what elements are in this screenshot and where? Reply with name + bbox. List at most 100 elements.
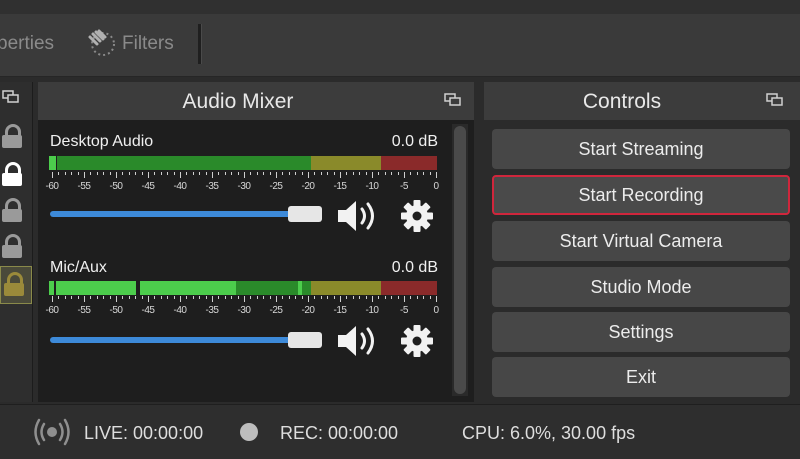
lock-icon[interactable] <box>2 198 22 222</box>
channel-db: 0.0 dB <box>391 259 438 276</box>
meter-tick-label: -45 <box>141 181 155 192</box>
filters-icon[interactable] <box>86 28 116 58</box>
meter-tick <box>391 172 393 175</box>
meter-tick <box>314 296 316 299</box>
meter-tick-label: -5 <box>400 181 408 192</box>
meter-tick <box>423 296 425 299</box>
volume-slider-handle[interactable] <box>288 206 322 222</box>
meter-tick <box>301 172 303 175</box>
meter-tick <box>122 296 124 299</box>
meter-tick <box>340 172 341 178</box>
meter-tick <box>244 296 245 302</box>
meter-tick <box>84 172 85 178</box>
meter-tick <box>109 296 111 299</box>
meter-tick <box>352 172 354 175</box>
undock-icon[interactable] <box>444 93 462 107</box>
start-virtual-camera-button[interactable]: Start Virtual Camera <box>492 221 790 261</box>
meter-tick-label: -15 <box>333 181 347 192</box>
meter-tick <box>429 296 431 299</box>
meter-tick <box>404 296 405 302</box>
meter-tick-label: -60 <box>45 305 59 316</box>
meter-tick-label: -30 <box>237 181 251 192</box>
mixer-scrollbar-thumb[interactable] <box>454 126 466 394</box>
meter-tick <box>84 296 85 302</box>
meter-tick-label: -50 <box>109 305 123 316</box>
channel-db: 0.0 dB <box>391 133 438 150</box>
meter-tick-label: -25 <box>269 305 283 316</box>
filters-button[interactable]: Filters <box>122 33 174 55</box>
meter-tick <box>346 296 348 299</box>
meter-tick <box>135 296 137 299</box>
meter-tick <box>192 172 194 175</box>
volume-slider[interactable] <box>50 337 298 343</box>
meter-tick <box>173 296 175 299</box>
audio-mixer-title: Audio Mixer <box>182 90 294 113</box>
meter-tick <box>340 296 341 302</box>
record-indicator-icon <box>240 423 258 441</box>
meter-tick-label: -15 <box>333 305 347 316</box>
settings-button[interactable]: Settings <box>492 312 790 352</box>
lock-icon[interactable] <box>2 234 22 258</box>
meter-tick <box>52 296 53 302</box>
volume-slider[interactable] <box>50 211 298 217</box>
meter-tick <box>148 296 149 302</box>
lock-icon[interactable] <box>4 272 24 296</box>
meter-tick <box>160 172 162 175</box>
properties-button[interactable]: perties <box>0 33 54 55</box>
meter-tick-label: -55 <box>77 181 91 192</box>
meter-tick <box>122 172 124 175</box>
meter-tick <box>64 296 66 299</box>
meter-tick <box>192 296 194 299</box>
meter-tick <box>205 296 207 299</box>
speaker-icon[interactable] <box>336 198 382 234</box>
audio-meter <box>49 281 437 295</box>
meter-tick-label: -40 <box>173 305 187 316</box>
studio-mode-button[interactable]: Studio Mode <box>492 267 790 307</box>
meter-tick <box>154 172 156 175</box>
meter-tick <box>116 296 117 302</box>
meter-tick <box>103 172 105 175</box>
lock-icon[interactable] <box>2 162 22 186</box>
meter-tick <box>359 172 361 175</box>
rec-timer: REC: 00:00:00 <box>280 423 399 443</box>
meter-tick <box>135 172 137 175</box>
meter-tick <box>52 172 53 178</box>
meter-tick-label: -30 <box>237 305 251 316</box>
meter-tick <box>404 172 405 178</box>
meter-tick-label: -25 <box>269 181 283 192</box>
controls-title: Controls <box>582 90 662 113</box>
channel-name: Mic/Aux <box>50 259 107 276</box>
meter-tick <box>423 172 425 175</box>
meter-tick <box>186 296 188 299</box>
meter-tick-label: -10 <box>365 181 379 192</box>
meter-tick-label: -45 <box>141 305 155 316</box>
undock-icon[interactable] <box>766 93 784 107</box>
undock-icon[interactable] <box>2 90 20 104</box>
meter-tick <box>416 172 418 175</box>
meter-tick <box>372 172 373 178</box>
meter-tick <box>103 296 105 299</box>
meter-tick <box>301 296 303 299</box>
meter-tick <box>365 296 367 299</box>
meter-tick-label: -5 <box>400 305 408 316</box>
meter-tick <box>96 296 98 299</box>
meter-tick <box>160 296 162 299</box>
meter-tick <box>410 296 412 299</box>
meter-tick <box>90 172 92 175</box>
meter-tick <box>352 296 354 299</box>
gear-icon[interactable] <box>400 324 434 358</box>
start-recording-button[interactable]: Start Recording <box>492 175 790 215</box>
meter-tick <box>77 172 79 175</box>
meter-tick <box>436 172 437 178</box>
volume-slider-handle[interactable] <box>288 332 322 348</box>
meter-tick <box>237 296 239 299</box>
meter-tick <box>320 296 322 299</box>
speaker-icon[interactable] <box>336 323 382 359</box>
start-streaming-button[interactable]: Start Streaming <box>492 129 790 169</box>
meter-tick-label: -40 <box>173 181 187 192</box>
live-timer: LIVE: 00:00:00 <box>84 423 204 443</box>
meter-tick <box>180 172 181 178</box>
gear-icon[interactable] <box>400 199 434 233</box>
lock-icon[interactable] <box>2 124 22 148</box>
exit-button[interactable]: Exit <box>492 357 790 397</box>
